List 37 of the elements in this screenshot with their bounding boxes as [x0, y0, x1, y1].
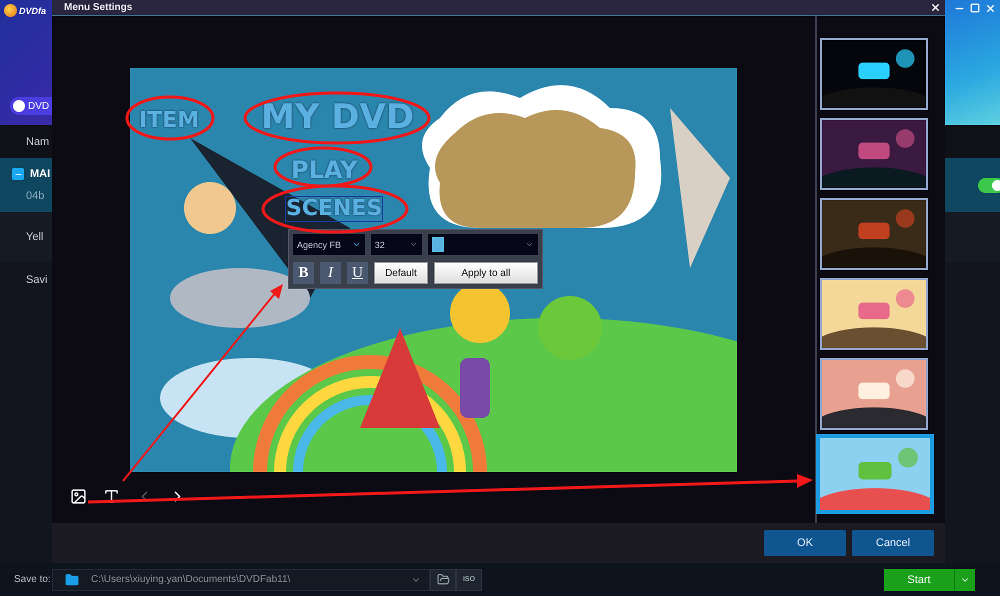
- start-menu-button[interactable]: [954, 568, 975, 590]
- caret-icon: [525, 240, 534, 249]
- folder-icon: [65, 572, 79, 586]
- default-button[interactable]: Default: [374, 262, 428, 284]
- save-to-label: Save to:: [14, 574, 52, 585]
- style-button[interactable]: U: [347, 262, 368, 284]
- column-header: Nam: [26, 136, 50, 148]
- output-path-field[interactable]: C:\Users\xiuying.yan\Documents\DVDFab11\: [52, 568, 430, 590]
- app-logo-text: DVDfa: [19, 6, 46, 16]
- title-name: MAI: [30, 168, 50, 180]
- style-button[interactable]: I: [320, 262, 342, 284]
- dialog-button[interactable]: Cancel: [852, 530, 934, 556]
- text-icon[interactable]: [103, 488, 120, 505]
- title-info: 04b: [25, 190, 46, 202]
- size-select[interactable]: 32: [370, 234, 422, 255]
- image-icon[interactable]: [70, 488, 87, 505]
- caret-icon: [409, 240, 418, 249]
- maximize-icon[interactable]: [970, 3, 980, 13]
- folder-icon: [436, 573, 450, 586]
- source-button[interactable]: DVD: [10, 97, 52, 115]
- audio-track: Yell: [26, 231, 44, 243]
- dialog-button[interactable]: OK: [764, 530, 846, 556]
- collapse-icon[interactable]: [12, 168, 24, 180]
- font-select[interactable]: Agency FB: [293, 234, 365, 255]
- toggle-switch[interactable]: [978, 178, 1000, 192]
- logo-icon: [4, 4, 17, 17]
- close-icon[interactable]: [930, 2, 941, 13]
- table-row[interactable]: Yell: [0, 212, 52, 262]
- title-row[interactable]: [945, 158, 1000, 212]
- dialog-title: Menu Settings: [64, 2, 132, 13]
- caret-icon: [352, 240, 361, 249]
- style-button[interactable]: B: [293, 262, 314, 284]
- apply-to-all-button[interactable]: Apply to all: [434, 262, 538, 284]
- color-select[interactable]: [428, 234, 538, 255]
- subtitle-track: Savi: [26, 274, 48, 286]
- title-row[interactable]: MAI 04b: [0, 158, 52, 212]
- browse-folder-button[interactable]: [430, 568, 456, 590]
